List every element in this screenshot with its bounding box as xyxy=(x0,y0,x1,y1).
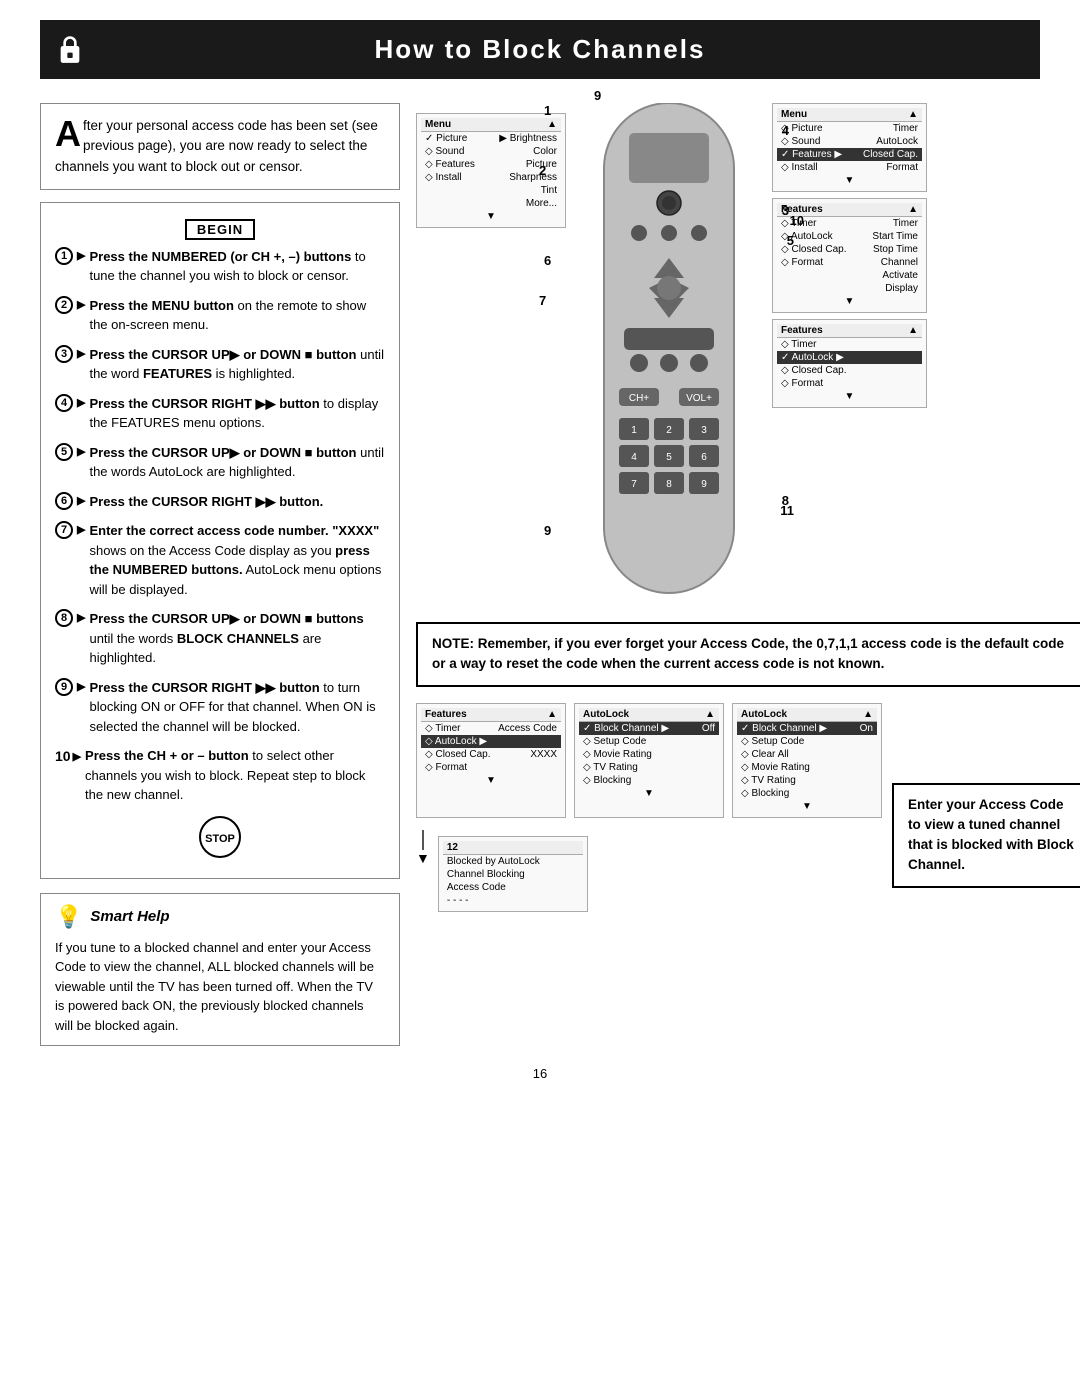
label-6: 6 xyxy=(544,253,551,268)
step-2-bold: Press the MENU button xyxy=(89,298,233,313)
label-3: 3 xyxy=(782,203,789,218)
label-7: 7 xyxy=(539,293,546,308)
step-10-bold: Press the CH + or – button xyxy=(85,748,249,763)
step-8-normal: until the words BLOCK CHANNELS are highl… xyxy=(89,631,321,666)
page-number: 16 xyxy=(40,1066,1040,1081)
svg-text:6: 6 xyxy=(701,452,707,463)
step-7-num: 7 xyxy=(55,521,73,539)
svg-text:1: 1 xyxy=(631,425,637,436)
svg-text:2: 2 xyxy=(666,425,672,436)
step-6-num: 6 xyxy=(55,492,73,510)
arrow-line xyxy=(422,830,424,850)
step-2-num: 2 xyxy=(55,296,73,314)
svg-text:8: 8 xyxy=(666,479,672,490)
down-arrow-wrap: ▼ xyxy=(416,826,430,866)
step-6-bold: Press the CURSOR RIGHT ▶▶ button. xyxy=(89,494,323,509)
autolock-off-menu: AutoLock▲ ✓ Block Channel ▶Off ◇ Setup C… xyxy=(574,703,724,818)
steps-box: BEGIN 1▶ Press the NUMBERED (or CH +, –)… xyxy=(40,202,400,879)
page-title: How to Block Channels xyxy=(60,34,1020,65)
page-header: How to Block Channels xyxy=(40,20,1040,79)
channel-status-menu: 12 Blocked by AutoLock Channel Blocking … xyxy=(438,836,588,912)
step-1: 1▶ Press the NUMBERED (or CH +, –) butto… xyxy=(55,247,385,286)
smart-help-title: Smart Help xyxy=(90,908,169,925)
intro-text: fter your personal access code has been … xyxy=(55,118,378,174)
label-10: 10 xyxy=(790,213,804,228)
label-4: 4 xyxy=(782,123,789,138)
svg-text:CH+: CH+ xyxy=(629,393,649,404)
svg-text:STOP: STOP xyxy=(205,833,235,845)
intro-box: A fter your personal access code has bee… xyxy=(40,103,400,190)
step-2: 2▶ Press the MENU button on the remote t… xyxy=(55,296,385,335)
begin-label: BEGIN xyxy=(185,219,255,240)
svg-text:VOL+: VOL+ xyxy=(686,393,712,404)
features-menu-2-title: Features▲ xyxy=(777,324,922,338)
step-6: 6▶ Press the CURSOR RIGHT ▶▶ button. xyxy=(55,492,385,512)
top-area: Menu▲ ✓ Picture▶ Brightness ◇ SoundColor… xyxy=(416,103,1080,608)
right-column: Menu▲ ✓ Picture▶ Brightness ◇ SoundColor… xyxy=(416,103,1080,1046)
note-box: NOTE: Remember, if you ever forget your … xyxy=(416,622,1080,687)
step-3-num: 3 xyxy=(55,345,73,363)
smart-help-text: If you tune to a blocked channel and ent… xyxy=(55,938,385,1036)
remote-area: 1 2 3 4 5 6 7 8 9 9 10 11 xyxy=(574,103,764,608)
step-10: 10▶ Press the CH + or – button to select… xyxy=(55,746,385,805)
bottom-menus-row1: Features▲ ◇ TimerAccess Code ◇ AutoLock … xyxy=(416,703,882,818)
right-menus-col: Menu▲ ◇ PictureTimer ◇ SoundAutoLock ✓ F… xyxy=(772,103,927,408)
step-7: 7▶ Enter the correct access code number.… xyxy=(55,521,385,599)
step-1-num: 1 xyxy=(55,247,73,265)
lock-icon xyxy=(56,34,84,66)
enter-access-code-text: Enter your Access Code to view a tuned c… xyxy=(908,797,1074,873)
lightbulb-icon: 💡 xyxy=(55,904,82,930)
begin-badge: BEGIN xyxy=(55,221,385,239)
bottom-menus-wrap: Features▲ ◇ TimerAccess Code ◇ AutoLock … xyxy=(416,703,882,912)
step-5: 5▶ Press the CURSOR UP▶ or DOWN ■ button… xyxy=(55,443,385,482)
step-8-num: 8 xyxy=(55,609,73,627)
main-layout: A fter your personal access code has bee… xyxy=(40,103,1040,1046)
label-11: 11 xyxy=(780,503,794,518)
main-menu-2-title: Menu▲ xyxy=(777,108,922,122)
step-5-num: 5 xyxy=(55,443,73,461)
main-menu-1-title: Menu▲ xyxy=(421,118,561,132)
step-9: 9▶ Press the CURSOR RIGHT ▶▶ button to t… xyxy=(55,678,385,737)
step-4-bold: Press the CURSOR RIGHT ▶▶ button xyxy=(89,396,319,411)
step-9-bold: Press the CURSOR RIGHT ▶▶ button xyxy=(89,680,319,695)
stop-icon: STOP xyxy=(198,815,242,859)
remote-svg: CH+ VOL+ 1 2 3 4 5 6 xyxy=(574,103,764,603)
label-2: 2 xyxy=(539,163,546,178)
step-4-num: 4 xyxy=(55,394,73,412)
svg-text:5: 5 xyxy=(666,452,672,463)
bottom-area: Features▲ ◇ TimerAccess Code ◇ AutoLock … xyxy=(416,703,1080,912)
stop-badge: STOP xyxy=(55,815,385,864)
step-9-num: 9 xyxy=(55,678,73,696)
step-7-bold: Enter the correct access code number. "X… xyxy=(89,523,379,538)
note-bold: NOTE: Remember, if you ever forget your … xyxy=(432,636,1064,671)
features-menu-2: Features▲ ◇ Timer ✓ AutoLock ▶ ◇ Closed … xyxy=(772,319,927,408)
main-menu-2: Menu▲ ◇ PictureTimer ◇ SoundAutoLock ✓ F… xyxy=(772,103,927,192)
step-1-bold: Press the NUMBERED (or CH +, –) buttons xyxy=(89,249,351,264)
step-8-bold: Press the CURSOR UP▶ or DOWN ■ buttons xyxy=(89,611,363,626)
step-3: 3▶ Press the CURSOR UP▶ or DOWN ■ button… xyxy=(55,345,385,384)
svg-text:4: 4 xyxy=(631,452,637,463)
left-column: A fter your personal access code has bee… xyxy=(40,103,400,1046)
features-access-code: Features▲ ◇ TimerAccess Code ◇ AutoLock … xyxy=(416,703,566,818)
smart-help-header: 💡 Smart Help xyxy=(55,904,385,930)
label-1: 1 xyxy=(544,103,551,118)
label-5: 5 xyxy=(787,233,794,248)
step-3-bold: Press the CURSOR UP▶ or DOWN ■ button xyxy=(89,347,356,362)
autolock-on-menu: AutoLock▲ ✓ Block Channel ▶On ◇ Setup Co… xyxy=(732,703,882,818)
bottom-menus-row2: ▼ 12 Blocked by AutoLock Channel Blockin… xyxy=(416,826,882,912)
step-5-bold: Press the CURSOR UP▶ or DOWN ■ button xyxy=(89,445,356,460)
step-4: 4▶ Press the CURSOR RIGHT ▶▶ button to d… xyxy=(55,394,385,433)
svg-text:7: 7 xyxy=(631,479,637,490)
intro-big-letter: A xyxy=(55,116,81,152)
svg-text:9: 9 xyxy=(701,479,707,490)
step-8: 8▶ Press the CURSOR UP▶ or DOWN ■ button… xyxy=(55,609,385,668)
label-9-top: 9 xyxy=(594,88,601,103)
step-7-normal: shows on the Access Code display as you … xyxy=(89,543,381,597)
label-9-bot: 9 xyxy=(544,523,551,538)
down-arrow-icon: ▼ xyxy=(416,850,430,866)
enter-access-code-box: Enter your Access Code to view a tuned c… xyxy=(892,783,1080,888)
smart-help-box: 💡 Smart Help If you tune to a blocked ch… xyxy=(40,893,400,1047)
svg-text:3: 3 xyxy=(701,425,707,436)
